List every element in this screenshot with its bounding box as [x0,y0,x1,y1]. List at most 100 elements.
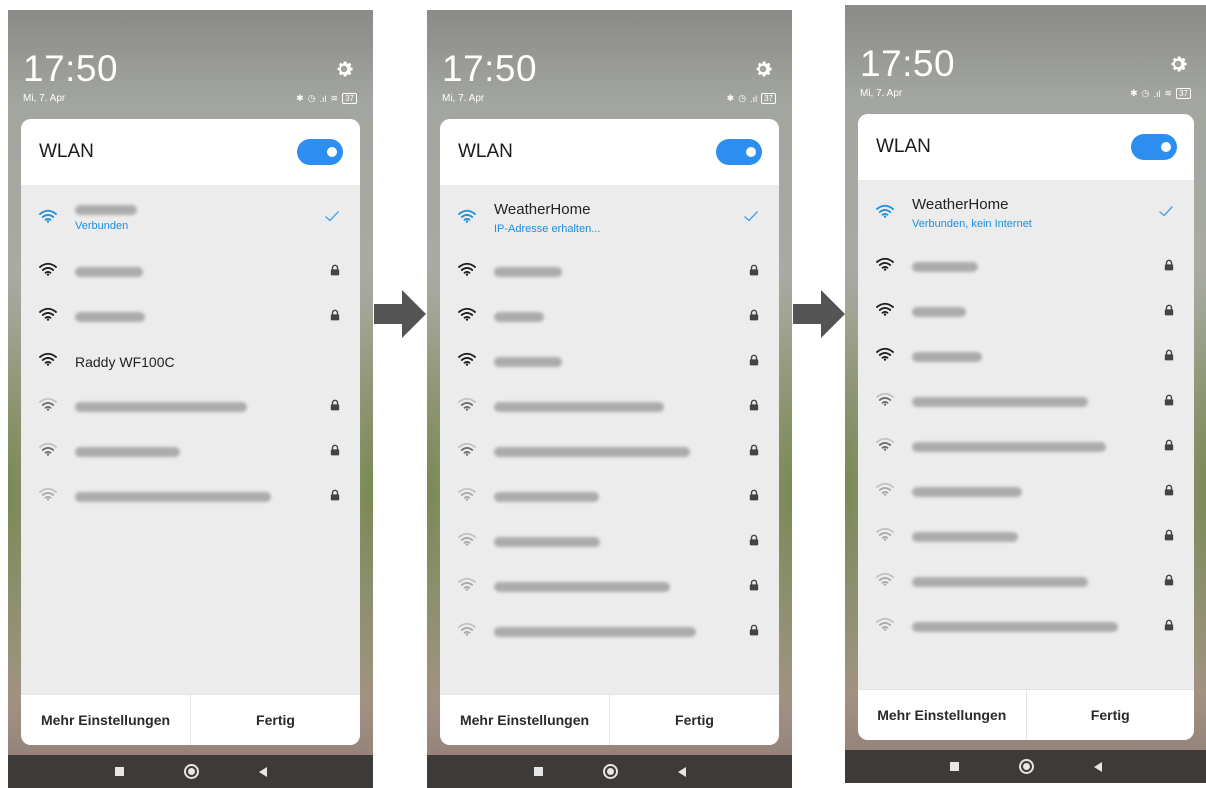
network-row[interactable] [440,384,779,429]
wlan-header: WLAN [21,119,360,185]
bluetooth-icon: ✱ [296,93,304,103]
wlan-panel: WLAN Verbunden Raddy WF100C Mehr Einstell… [21,119,360,745]
wifi-signal-icon [39,352,75,371]
more-settings-button[interactable]: Mehr Einstellungen [440,695,610,745]
network-row[interactable] [21,384,360,429]
wlan-panel: WLAN WeatherHome IP-Adresse erhalten... M… [440,119,779,745]
lock-icon [330,443,340,461]
connected-network-row[interactable]: WeatherHome IP-Adresse erhalten... [440,187,779,249]
lock-icon [749,533,759,551]
wifi-signal-icon [458,442,494,461]
lock-icon [1164,303,1174,321]
network-row[interactable] [440,609,779,654]
network-list: WeatherHome Verbunden, kein Internet [858,182,1194,649]
recent-apps-icon[interactable] [114,767,124,776]
network-row[interactable] [858,604,1194,649]
battery-indicator: 37 [761,93,776,104]
network-row[interactable]: Raddy WF100C [21,339,360,384]
navigation-bar [427,755,792,788]
network-row[interactable] [858,244,1194,289]
wifi-signal-icon [39,397,75,416]
network-name-redacted [912,621,1118,632]
status-bar: 17:50 Mi, 7. Apr ✱ ◷ .ıl ≋ 37 [845,5,1206,115]
checkmark-icon [1158,204,1174,222]
recent-apps-icon[interactable] [950,762,959,771]
network-name-redacted [75,311,145,322]
network-name-redacted [494,401,664,412]
network-row[interactable] [858,334,1194,379]
lock-icon [1164,618,1174,636]
wifi-signal-icon [458,397,494,416]
wifi-toggle[interactable] [716,139,762,165]
wifi-signal-icon [39,209,75,228]
back-icon[interactable] [1094,761,1102,772]
network-status: IP-Adresse erhalten... [494,223,601,235]
network-row[interactable] [858,514,1194,559]
wifi-toggle[interactable] [1131,134,1177,160]
lock-icon [1164,573,1174,591]
network-text [75,446,330,457]
done-button[interactable]: Fertig [191,695,360,745]
network-name-redacted [494,536,600,547]
alarm-icon: ◷ [738,93,747,103]
wifi-signal-icon [458,307,494,326]
network-name-redacted [912,396,1088,407]
network-name-redacted [912,531,1018,542]
network-name-redacted [75,204,137,215]
network-row[interactable] [858,424,1194,469]
lock-icon [749,578,759,596]
wifi-signal-icon [876,482,912,501]
system-icons: ✱ ◷ .ıl ≋ 37 [1130,88,1191,99]
network-name-redacted [494,311,544,322]
done-button[interactable]: Fertig [610,695,779,745]
gear-icon[interactable] [333,58,355,80]
wifi-toggle[interactable] [297,139,343,165]
network-row[interactable] [21,249,360,294]
network-row[interactable] [440,429,779,474]
network-row[interactable] [858,289,1194,334]
network-row[interactable] [858,559,1194,604]
network-row[interactable] [858,469,1194,514]
network-row[interactable] [21,294,360,339]
lock-icon [749,488,759,506]
network-row[interactable] [21,474,360,519]
network-row[interactable] [21,429,360,474]
done-button[interactable]: Fertig [1027,690,1195,740]
network-row[interactable] [440,339,779,384]
alarm-icon: ◷ [1141,88,1150,98]
gear-icon[interactable] [752,58,774,80]
network-row[interactable] [440,564,779,609]
bluetooth-icon: ✱ [726,93,735,103]
home-icon[interactable] [183,764,199,779]
wifi-signal-icon [39,262,75,281]
navigation-bar [8,755,373,788]
connected-network-row[interactable]: Verbunden [21,187,360,249]
network-text [912,351,1164,362]
back-icon[interactable] [677,766,686,777]
network-row[interactable] [440,519,779,564]
clock: 17:50 [23,48,119,89]
back-icon[interactable] [258,766,267,777]
connected-network-row[interactable]: WeatherHome Verbunden, kein Internet [858,182,1194,244]
system-icons: ✱ ◷ .ıl ≋ 37 [296,93,357,104]
wifi-signal-icon [39,487,75,506]
gear-icon[interactable] [1167,53,1189,75]
home-icon[interactable] [1019,759,1034,774]
network-row[interactable] [440,294,779,339]
wifi-signal-icon [458,352,494,371]
wifi-signal-icon [39,442,75,461]
network-row[interactable] [440,249,779,294]
wlan-header: WLAN [440,119,779,185]
network-text [75,266,330,277]
network-row[interactable] [440,474,779,519]
recent-apps-icon[interactable] [533,767,543,776]
lock-icon [749,263,759,281]
wifi-signal-icon [458,622,494,641]
network-row[interactable] [858,379,1194,424]
home-icon[interactable] [602,764,618,779]
network-name-redacted [494,356,562,367]
more-settings-button[interactable]: Mehr Einstellungen [21,695,191,745]
checkmark-icon [743,209,759,227]
network-text [912,396,1164,407]
more-settings-button[interactable]: Mehr Einstellungen [858,690,1027,740]
